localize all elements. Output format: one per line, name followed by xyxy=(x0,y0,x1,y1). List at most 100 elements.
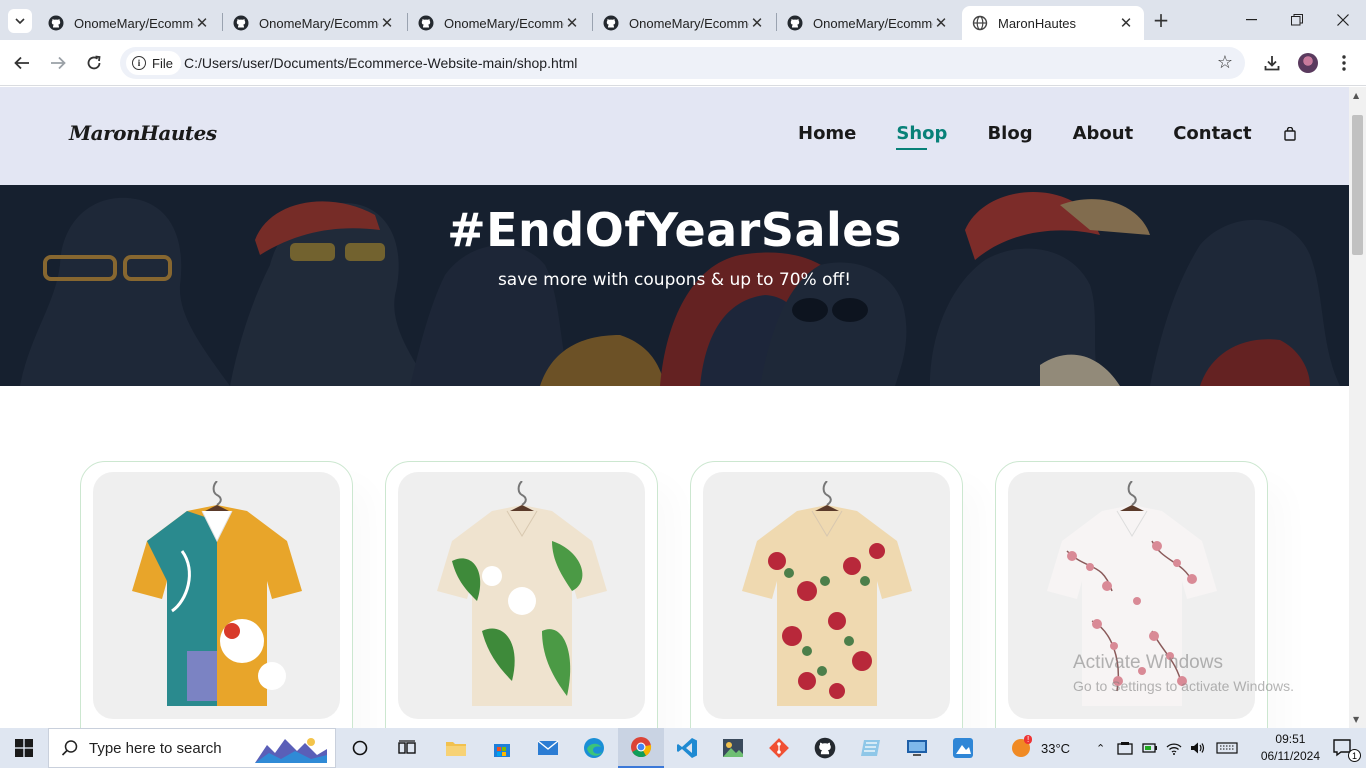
profile-button[interactable] xyxy=(1296,51,1320,75)
site-header: MaronHautes Home Shop Blog About Contact xyxy=(0,87,1349,185)
page-scrollbar[interactable]: ▲ ▼ xyxy=(1349,87,1366,728)
remote-desktop-button[interactable] xyxy=(894,728,940,768)
notification-count: 1 xyxy=(1348,749,1361,762)
url-text[interactable]: C:/Users/user/Documents/Ecommerce-Websit… xyxy=(184,55,577,71)
reload-button[interactable] xyxy=(82,51,106,75)
remote-desktop-icon xyxy=(907,740,927,756)
avatar xyxy=(1298,53,1318,73)
notifications-button[interactable]: 1 xyxy=(1320,728,1366,768)
close-tab-icon[interactable]: ✕ xyxy=(379,14,395,32)
microsoft-store-button[interactable] xyxy=(479,728,525,768)
tab-title: OnomeMary/Ecommerce xyxy=(259,15,379,31)
git-icon xyxy=(769,738,789,758)
wifi-icon[interactable] xyxy=(1166,741,1182,755)
task-view-button[interactable] xyxy=(384,728,430,768)
close-tab-icon[interactable]: ✕ xyxy=(1118,14,1134,32)
product-image xyxy=(398,472,645,719)
edge-button[interactable] xyxy=(571,728,617,768)
scrollbar-thumb[interactable] xyxy=(1352,115,1363,255)
browser-tab-active[interactable]: MaronHautes ✕ xyxy=(962,6,1144,40)
chrome-icon xyxy=(631,737,652,758)
browser-tab[interactable]: OnomeMary/Ecommerce ✕ xyxy=(777,6,959,40)
minimize-button[interactable] xyxy=(1228,0,1274,40)
forward-button[interactable] xyxy=(46,51,70,75)
search-placeholder: Type here to search xyxy=(89,739,222,757)
github-desktop-button[interactable] xyxy=(802,728,848,768)
keyboard-icon[interactable] xyxy=(1216,741,1238,755)
weather-alert-badge: ! xyxy=(1024,735,1033,744)
git-gui-button[interactable] xyxy=(756,728,802,768)
system-tray: ⌃ xyxy=(1096,728,1238,768)
browser-tab[interactable]: OnomeMary/Ecommerce ✕ xyxy=(408,6,590,40)
mail-button[interactable] xyxy=(525,728,571,768)
browser-toolbar: i File C:/Users/user/Documents/Ecommerce… xyxy=(0,40,1366,86)
battery-icon[interactable] xyxy=(1142,741,1158,755)
arrow-right-icon xyxy=(51,56,66,70)
taskbar-search-box[interactable]: Type here to search xyxy=(48,728,336,768)
scroll-down-arrow-icon[interactable]: ▼ xyxy=(1353,715,1359,724)
task-view-icon xyxy=(398,740,416,754)
sale-banner: #EndOfYearSales save more with coupons &… xyxy=(0,185,1349,386)
shirt-image xyxy=(436,480,607,706)
address-bar[interactable]: i File C:/Users/user/Documents/Ecommerce… xyxy=(120,47,1245,79)
notes-icon xyxy=(861,740,880,756)
cortana-circle-icon xyxy=(352,740,368,756)
nav-shop[interactable]: Shop xyxy=(896,123,947,150)
site-logo[interactable]: MaronHautes xyxy=(69,121,217,145)
arrow-left-icon xyxy=(14,56,29,70)
product-card[interactable] xyxy=(690,461,963,728)
tab-search-button[interactable] xyxy=(8,9,32,33)
github-icon xyxy=(814,737,836,759)
new-tab-button[interactable]: + xyxy=(1150,9,1172,31)
chevron-up-icon[interactable]: ⌃ xyxy=(1096,742,1105,755)
vscode-button[interactable] xyxy=(664,728,710,768)
search-icon xyxy=(61,740,78,756)
shirt-image xyxy=(741,480,912,706)
downloads-button[interactable] xyxy=(1260,51,1284,75)
volume-icon[interactable] xyxy=(1190,741,1206,755)
taskbar-clock[interactable]: 09:51 06/11/2024 xyxy=(1261,731,1320,765)
browser-tab[interactable]: OnomeMary/Ecommerce ✕ xyxy=(593,6,775,40)
onedrive-icon[interactable] xyxy=(1117,741,1133,755)
vscode-icon xyxy=(677,738,697,758)
paint-app-button[interactable] xyxy=(940,728,986,768)
nav-home[interactable]: Home xyxy=(798,123,856,144)
github-icon xyxy=(233,15,249,31)
search-highlight-icon xyxy=(255,738,327,763)
app-button[interactable] xyxy=(710,728,756,768)
cortana-button[interactable] xyxy=(337,728,383,768)
paint-icon xyxy=(953,738,973,758)
close-tab-icon[interactable]: ✕ xyxy=(933,14,949,32)
chrome-button[interactable] xyxy=(618,728,664,768)
edge-icon xyxy=(584,738,604,758)
bookmark-star-icon[interactable]: ☆ xyxy=(1217,52,1233,73)
weather-temperature: 33°C xyxy=(1041,740,1071,756)
notes-app-button[interactable] xyxy=(848,728,894,768)
browser-tab-strip: OnomeMary/Ecommerce ✕ OnomeMary/Ecommerc… xyxy=(0,0,1366,40)
weather-widget[interactable]: ! 33°C xyxy=(1010,728,1070,768)
shopping-bag-icon[interactable] xyxy=(1283,126,1296,141)
browser-tab[interactable]: OnomeMary/Ecommerce ✕ xyxy=(38,6,220,40)
site-info-chip[interactable]: i File xyxy=(126,51,181,75)
close-tab-icon[interactable]: ✕ xyxy=(749,14,765,32)
product-card[interactable] xyxy=(80,461,353,728)
product-image xyxy=(93,472,340,719)
back-button[interactable] xyxy=(10,51,34,75)
nav-blog[interactable]: Blog xyxy=(987,123,1032,144)
restore-icon xyxy=(1291,14,1303,26)
product-card[interactable] xyxy=(385,461,658,728)
close-tab-icon[interactable]: ✕ xyxy=(194,14,210,32)
close-window-button[interactable] xyxy=(1320,0,1366,40)
scroll-up-arrow-icon[interactable]: ▲ xyxy=(1353,91,1359,100)
banner-title: #EndOfYearSales xyxy=(447,203,902,257)
menu-button[interactable] xyxy=(1332,51,1356,75)
file-explorer-button[interactable] xyxy=(433,728,479,768)
browser-tab[interactable]: OnomeMary/Ecommerce ✕ xyxy=(223,6,405,40)
banner-subtitle: save more with coupons & up to 70% off! xyxy=(497,270,852,290)
start-button[interactable] xyxy=(0,728,48,768)
github-icon xyxy=(603,15,619,31)
nav-about[interactable]: About xyxy=(1073,123,1134,144)
restore-button[interactable] xyxy=(1274,0,1320,40)
close-tab-icon[interactable]: ✕ xyxy=(564,14,580,32)
nav-contact[interactable]: Contact xyxy=(1173,123,1251,144)
